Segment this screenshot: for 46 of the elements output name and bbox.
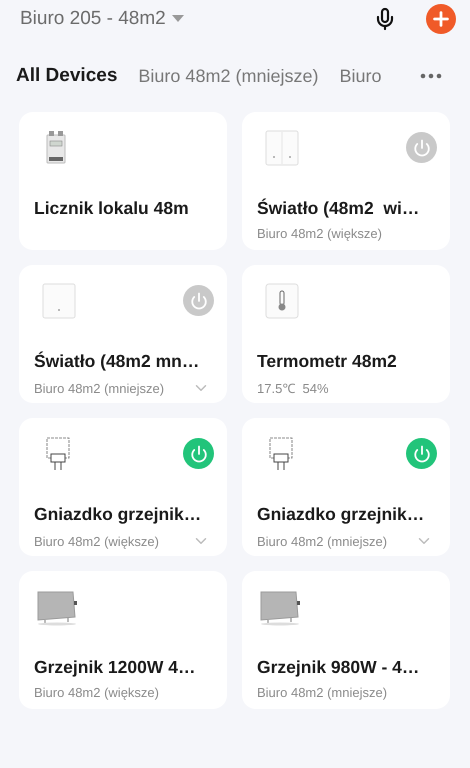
heater-icon: [35, 589, 79, 627]
light-switch-icon: [42, 283, 76, 319]
device-card[interactable]: Termometr 48m2 17.5℃ 54%: [242, 265, 450, 403]
power-icon: [412, 138, 430, 156]
device-card[interactable]: Grzejnik 980W - 4… Biuro 48m2 (mniejsze): [242, 571, 450, 709]
dropdown-icon: [172, 15, 184, 23]
device-name: Gniazdko grzejnik…: [257, 504, 426, 525]
thermometer-icon: [265, 283, 299, 319]
plug-icon: [269, 436, 293, 472]
device-room: Biuro 48m2 (większe): [34, 685, 159, 700]
device-card[interactable]: Grzejnik 1200W 4… Biuro 48m2 (większe): [19, 571, 227, 709]
plus-icon: [430, 8, 452, 30]
device-room: Biuro 48m2 (mniejsze): [34, 380, 164, 396]
power-icon: [190, 444, 208, 462]
device-room: 17.5℃ 54%: [257, 380, 329, 397]
device-card[interactable]: Światło (48m2 wi… Biuro 48m2 (większe): [242, 112, 450, 250]
device-room: Biuro 48m2 (mniejsze): [257, 685, 388, 700]
add-button[interactable]: [426, 4, 456, 34]
power-button[interactable]: [183, 438, 214, 469]
room-tab[interactable]: All Devices: [16, 65, 118, 87]
room-tab[interactable]: Biuro: [339, 66, 382, 86]
device-name: Grzejnik 980W - 4…: [257, 657, 420, 678]
device-card[interactable]: Światło (48m2 mn… Biuro 48m2 (mniejsze): [19, 265, 227, 403]
device-name: Światło (48m2 wi…: [257, 198, 420, 219]
device-room: Biuro 48m2 (większe): [257, 226, 382, 241]
device-card[interactable]: Gniazdko grzejnik… Biuro 48m2 (mniejsze): [242, 418, 450, 556]
device-name: Gniazdko grzejnik…: [34, 504, 202, 525]
power-button[interactable]: [406, 132, 437, 163]
more-icon: [420, 73, 442, 79]
power-icon: [190, 292, 208, 310]
device-card[interactable]: Gniazdko grzejnik… Biuro 48m2 (większe): [19, 418, 227, 556]
device-card[interactable]: Licznik lokalu 48m: [19, 112, 227, 250]
device-room: Biuro 48m2 (mniejsze): [257, 534, 388, 548]
power-icon: [412, 444, 430, 462]
device-name: Światło (48m2 mn…: [34, 351, 200, 372]
power-button[interactable]: [183, 285, 214, 316]
device-room: Biuro 48m2 (większe): [34, 534, 159, 548]
plug-icon: [46, 436, 70, 472]
device-name: Grzejnik 1200W 4…: [34, 657, 196, 678]
light-switch-icon: [265, 130, 299, 166]
device-name: Termometr 48m2: [257, 351, 398, 372]
device-name: Licznik lokalu 48m: [34, 198, 190, 219]
room-tab[interactable]: Biuro 48m2 (mniejsze): [138, 66, 318, 86]
home-selector[interactable]: Biuro 205 - 48m2: [20, 8, 184, 30]
power-button[interactable]: [406, 438, 437, 469]
heater-icon: [258, 589, 302, 627]
